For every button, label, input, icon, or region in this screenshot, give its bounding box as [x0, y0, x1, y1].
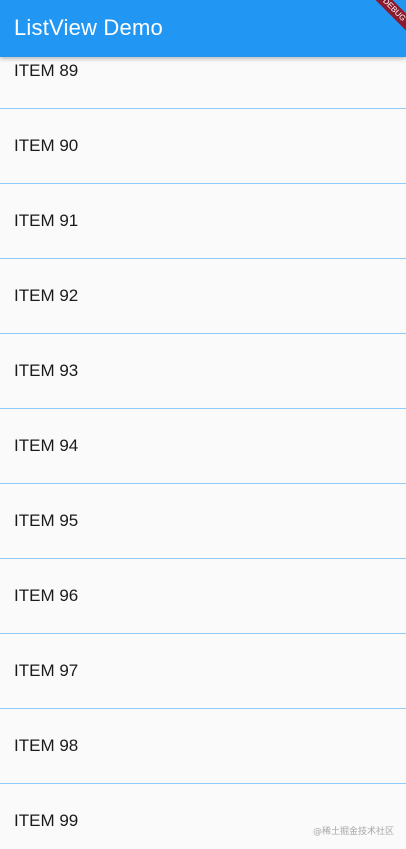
list-item-label: ITEM 92	[14, 286, 79, 305]
list-content: ITEM 89 ITEM 90 ITEM 91 ITEM 92 ITEM 93 …	[0, 57, 406, 849]
list-item[interactable]: ITEM 94	[0, 409, 406, 484]
list-item[interactable]: ITEM 93	[0, 334, 406, 409]
list-item-label: ITEM 96	[14, 586, 79, 605]
list-item-label: ITEM 98	[14, 736, 79, 755]
list-item-label: ITEM 95	[14, 511, 79, 530]
list-item-label: ITEM 90	[14, 136, 79, 155]
list-view[interactable]: ITEM 89 ITEM 90 ITEM 91 ITEM 92 ITEM 93 …	[0, 57, 406, 849]
list-item[interactable]: ITEM 99	[0, 784, 406, 849]
list-item[interactable]: ITEM 89	[0, 57, 406, 109]
debug-banner: DEBUG	[361, 0, 406, 43]
list-item[interactable]: ITEM 96	[0, 559, 406, 634]
list-item-label: ITEM 97	[14, 661, 79, 680]
list-item-label: ITEM 89	[14, 61, 79, 80]
list-item[interactable]: ITEM 92	[0, 259, 406, 334]
list-item[interactable]: ITEM 91	[0, 184, 406, 259]
list-item-label: ITEM 93	[14, 361, 79, 380]
list-item[interactable]: ITEM 90	[0, 109, 406, 184]
list-item[interactable]: ITEM 95	[0, 484, 406, 559]
list-item[interactable]: ITEM 98	[0, 709, 406, 784]
watermark: @稀土掘金技术社区	[312, 827, 394, 837]
app-bar: ListView Demo DEBUG	[0, 0, 406, 57]
list-item-label: ITEM 94	[14, 436, 79, 455]
list-item[interactable]: ITEM 97	[0, 634, 406, 709]
list-item-label: ITEM 91	[14, 211, 79, 230]
list-item-label: ITEM 99	[14, 811, 79, 830]
app-title: ListView Demo	[14, 15, 163, 40]
